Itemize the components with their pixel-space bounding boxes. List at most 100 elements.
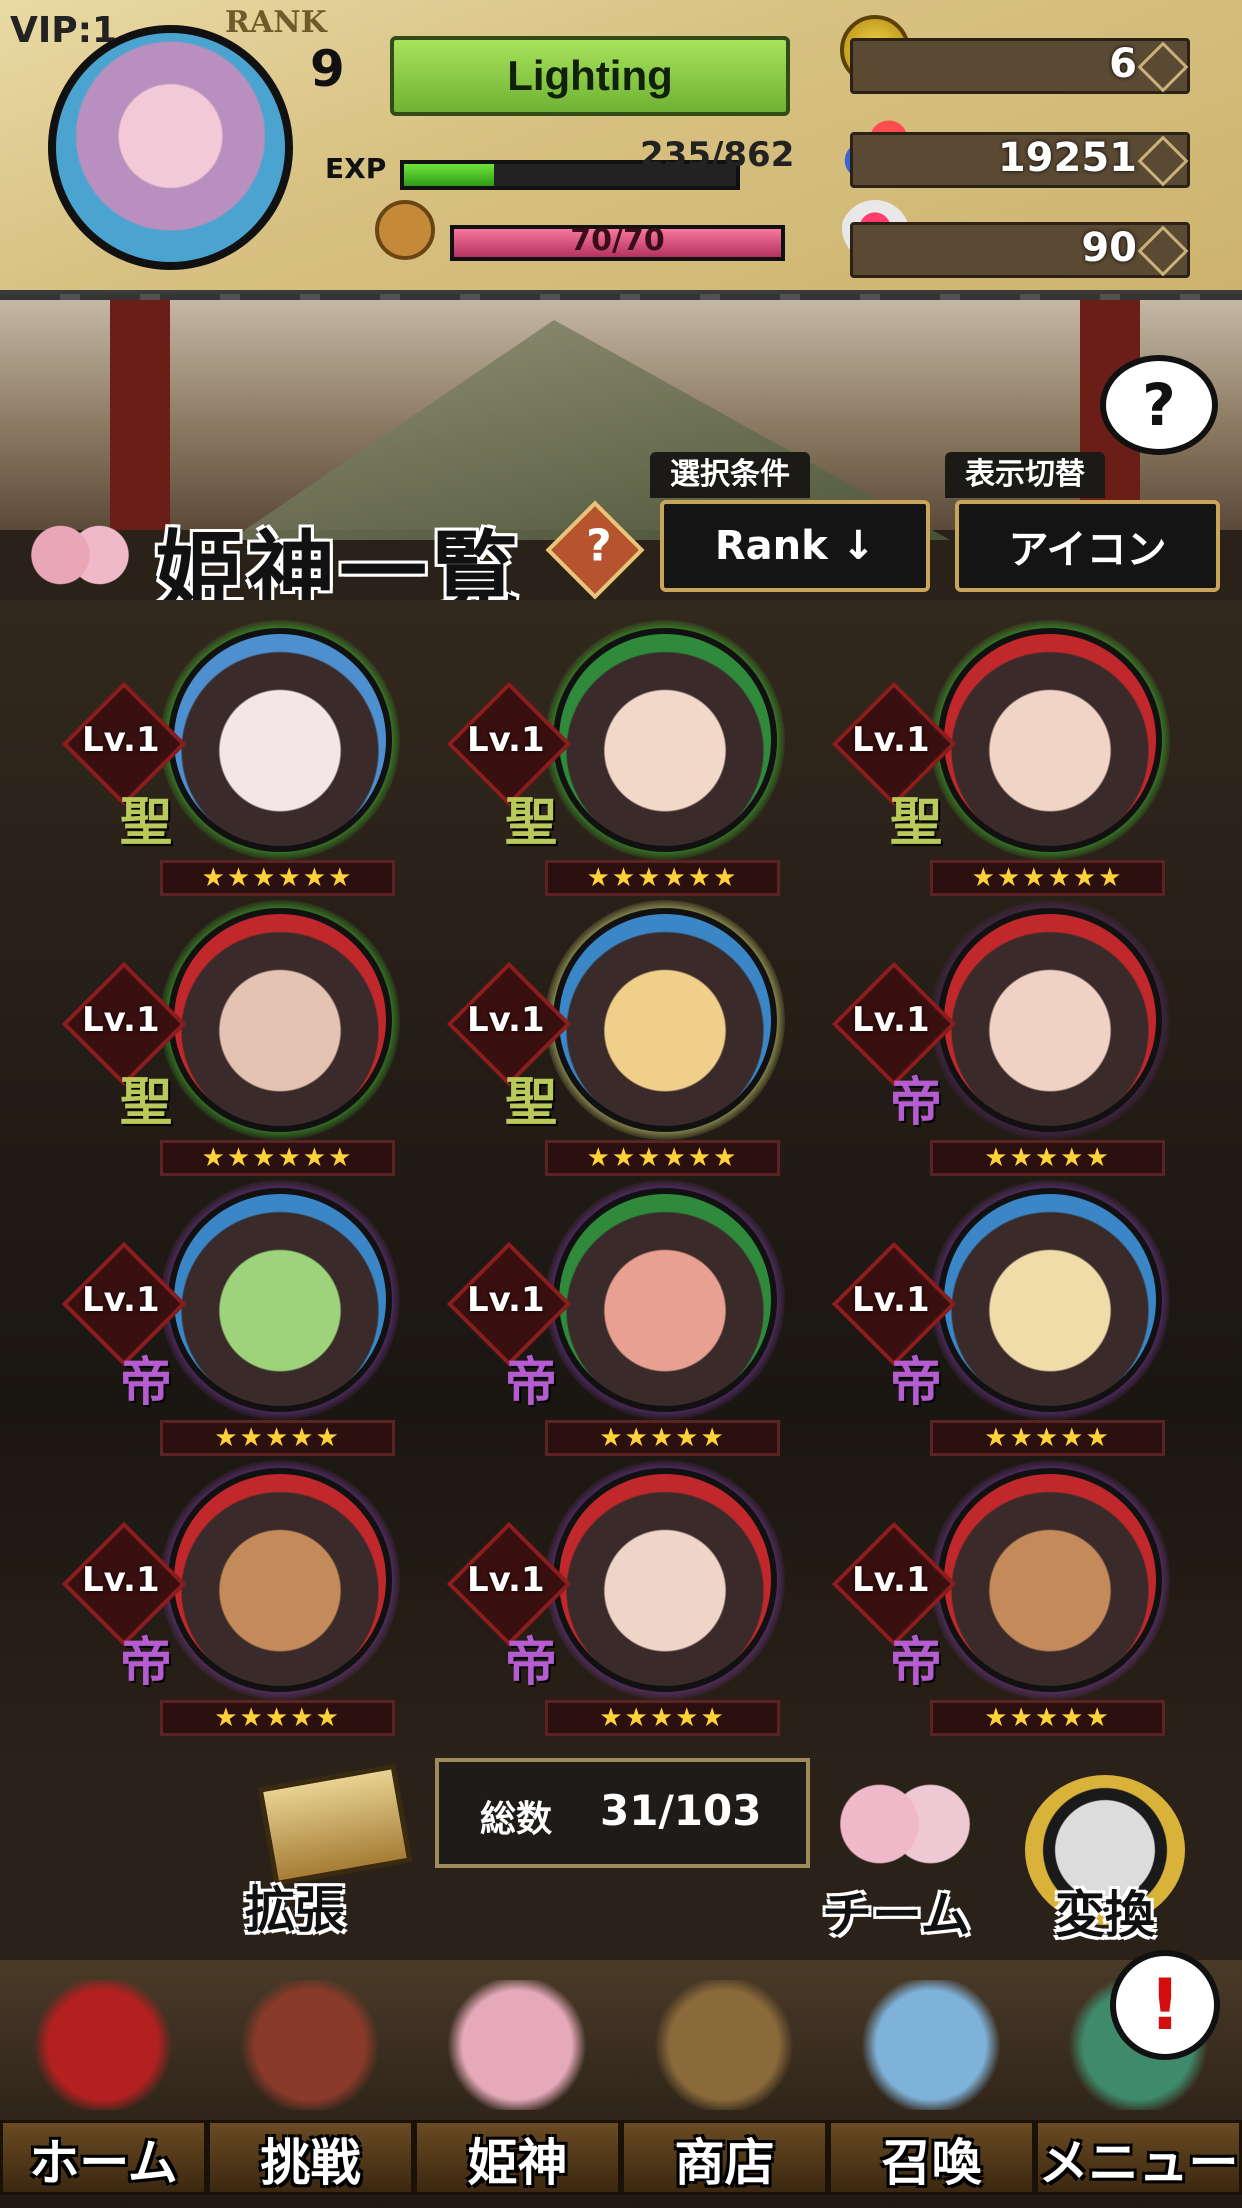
- character-class: 聖: [120, 1072, 173, 1133]
- stamina-icon: [375, 200, 435, 260]
- help-button[interactable]: ?: [1100, 355, 1218, 455]
- character-card[interactable]: Lv.1 聖 ★★★★★★: [60, 620, 400, 896]
- nav-item[interactable]: 召喚: [828, 1960, 1035, 2208]
- nav-label: ホーム: [0, 2120, 207, 2195]
- character-level: Lv.1: [82, 720, 160, 760]
- character-class: 帝: [890, 1352, 943, 1413]
- pagoda-icon: [235, 1980, 385, 2110]
- shop-stall-icon: [649, 1980, 799, 2110]
- character-class: 帝: [890, 1632, 943, 1693]
- character-portrait: [938, 1188, 1162, 1412]
- nav-item[interactable]: ホーム: [0, 1960, 207, 2208]
- character-card[interactable]: Lv.1 帝 ★★★★★: [60, 1180, 400, 1456]
- expand-button-label[interactable]: 拡張: [245, 1870, 345, 1942]
- character-level: Lv.1: [852, 1280, 930, 1320]
- nav-label: 挑戦: [207, 2120, 414, 2195]
- exp-value: 235/862: [640, 135, 795, 175]
- hearts-value: 90: [1081, 225, 1137, 271]
- total-value: 31/103: [600, 1786, 762, 1835]
- character-card[interactable]: Lv.1 聖 ★★★★★★: [445, 900, 785, 1176]
- character-class: 帝: [120, 1352, 173, 1413]
- character-card[interactable]: Lv.1 聖 ★★★★★★: [445, 620, 785, 896]
- character-card[interactable]: Lv.1 帝 ★★★★★: [830, 1180, 1170, 1456]
- player-name-plate: Lighting: [390, 36, 790, 116]
- shrine-pillar: [110, 300, 170, 530]
- character-stars: ★★★★★: [930, 1700, 1165, 1736]
- add-gems-icon[interactable]: [1137, 135, 1189, 187]
- character-class: 聖: [505, 1072, 558, 1133]
- nav-item[interactable]: 姫神: [414, 1960, 621, 2208]
- currency-hearts[interactable]: 90: [850, 222, 1190, 278]
- display-toggle-label: 表示切替: [945, 452, 1105, 498]
- exp-bar-fill: [404, 164, 494, 186]
- team-icon[interactable]: [820, 1770, 990, 1890]
- gems-value: 19251: [997, 135, 1137, 181]
- girls-icon: [442, 1980, 592, 2110]
- character-card[interactable]: Lv.1 帝 ★★★★★: [445, 1460, 785, 1736]
- character-portrait: [553, 908, 777, 1132]
- sort-filter-button[interactable]: Rank ↓: [660, 500, 930, 592]
- princess-list-icon: [15, 510, 145, 600]
- character-stars: ★★★★★★: [545, 860, 780, 896]
- character-portrait: [168, 1468, 392, 1692]
- character-stars: ★★★★★: [545, 1700, 780, 1736]
- character-level: Lv.1: [82, 1280, 160, 1320]
- question-icon: ?: [1142, 371, 1176, 439]
- currency-gold[interactable]: 6: [850, 38, 1190, 94]
- character-level: Lv.1: [82, 1560, 160, 1600]
- character-portrait: [168, 1188, 392, 1412]
- player-name: Lighting: [507, 52, 673, 99]
- character-portrait: [553, 1188, 777, 1412]
- character-stars: ★★★★★★: [160, 860, 395, 896]
- character-card[interactable]: Lv.1 帝 ★★★★★: [830, 900, 1170, 1176]
- vip-level: VIP:1: [10, 10, 118, 51]
- character-level: Lv.1: [467, 1000, 545, 1040]
- add-hearts-icon[interactable]: [1137, 225, 1189, 277]
- character-card[interactable]: Lv.1 帝 ★★★★★: [445, 1180, 785, 1456]
- character-level: Lv.1: [467, 720, 545, 760]
- character-portrait: [553, 628, 777, 852]
- character-stars: ★★★★★: [160, 1420, 395, 1456]
- team-button-label[interactable]: チーム: [822, 1875, 971, 1947]
- summon-icon: [856, 1980, 1006, 2110]
- torii-gate-icon: [28, 1980, 178, 2110]
- expand-chest-icon[interactable]: [257, 1763, 413, 1887]
- character-card[interactable]: Lv.1 帝 ★★★★★: [60, 1460, 400, 1736]
- question-icon: ?: [586, 520, 612, 572]
- character-class: 聖: [890, 792, 943, 853]
- character-class: 聖: [120, 792, 173, 853]
- character-stars: ★★★★★★: [160, 1140, 395, 1176]
- nav-label: メニュー: [1035, 2120, 1242, 2195]
- character-card[interactable]: Lv.1 聖 ★★★★★★: [60, 900, 400, 1176]
- character-portrait: [938, 908, 1162, 1132]
- character-stars: ★★★★★★: [930, 860, 1165, 896]
- character-level: Lv.1: [467, 1280, 545, 1320]
- display-toggle-button[interactable]: アイコン: [955, 500, 1220, 592]
- character-level: Lv.1: [852, 720, 930, 760]
- rank-label: RANK: [225, 5, 327, 40]
- status-header: VIP:1 RANK 9 Lighting EXP 235/862 70/70 …: [0, 0, 1242, 324]
- character-portrait: [553, 1468, 777, 1692]
- character-level: Lv.1: [467, 1560, 545, 1600]
- character-stars: ★★★★★: [930, 1140, 1165, 1176]
- character-level: Lv.1: [852, 1560, 930, 1600]
- player-avatar[interactable]: [48, 25, 293, 270]
- alert-badge[interactable]: !: [1110, 1950, 1220, 2060]
- nav-label: 姫神: [414, 2120, 621, 2195]
- exp-label: EXP: [325, 152, 387, 185]
- currency-gems[interactable]: 19251: [850, 132, 1190, 188]
- character-card[interactable]: Lv.1 帝 ★★★★★: [830, 1460, 1170, 1736]
- add-gold-icon[interactable]: [1137, 41, 1189, 93]
- nav-item[interactable]: 商店: [621, 1960, 828, 2208]
- character-class: 帝: [505, 1632, 558, 1693]
- exclamation-icon: !: [1149, 1964, 1181, 2046]
- character-portrait: [938, 1468, 1162, 1692]
- filter-label: 選択条件: [650, 452, 810, 498]
- nav-item[interactable]: 挑戦: [207, 1960, 414, 2208]
- total-label: 総数: [480, 1799, 553, 1840]
- character-portrait: [938, 628, 1162, 852]
- character-stars: ★★★★★: [160, 1700, 395, 1736]
- character-card[interactable]: Lv.1 聖 ★★★★★★: [830, 620, 1170, 896]
- character-class: 帝: [120, 1632, 173, 1693]
- convert-button-label[interactable]: 変換: [1055, 1875, 1155, 1947]
